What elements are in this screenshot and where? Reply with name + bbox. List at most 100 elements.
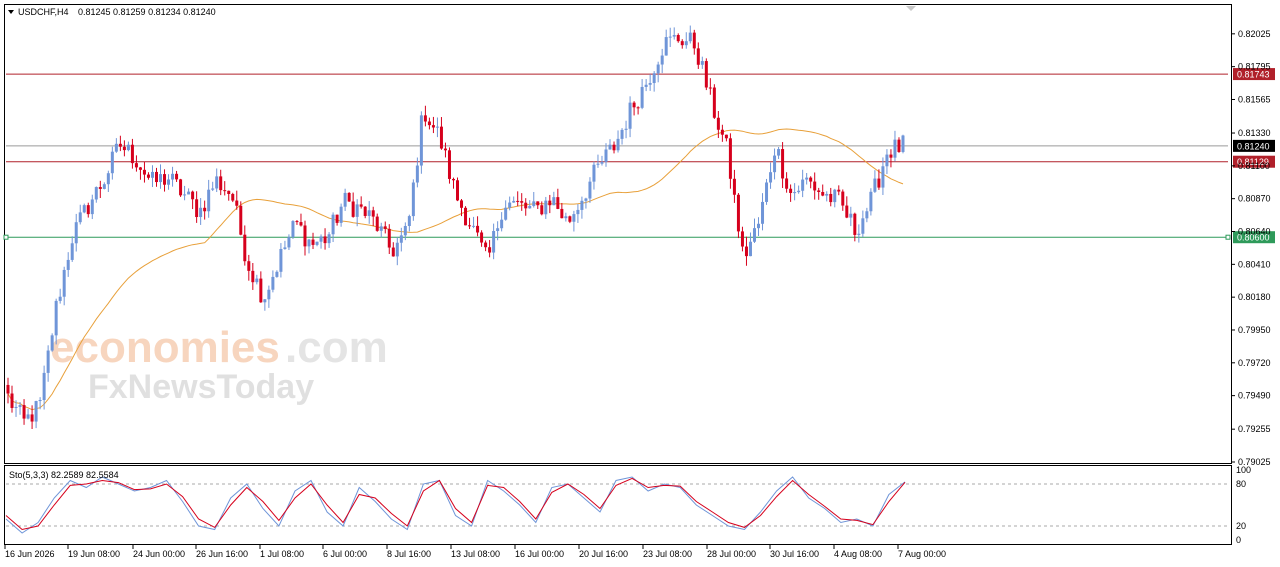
watermark-economies: economies	[50, 323, 280, 372]
candle-body	[211, 188, 215, 190]
candle-body	[427, 121, 431, 126]
candle-body	[797, 190, 801, 193]
candle-body	[572, 214, 576, 222]
price-axis: 0.82025 0.81795 0.81565 0.81330 0.81100 0.808…	[1231, 29, 1271, 467]
candle-body	[379, 226, 383, 231]
candle-body	[22, 405, 26, 419]
candle-body	[419, 115, 423, 166]
candle-body	[423, 115, 427, 122]
candle-body	[748, 241, 752, 257]
candle-body	[468, 225, 472, 227]
candle-body	[728, 138, 732, 179]
candle-body	[363, 206, 367, 216]
candle-body	[154, 171, 158, 183]
candle-body	[516, 200, 520, 202]
candle-body	[564, 216, 568, 219]
candle-body	[552, 197, 556, 206]
candle-body	[403, 226, 407, 236]
candle-body	[335, 214, 339, 223]
candle-body	[279, 248, 283, 272]
candle-body	[78, 212, 82, 223]
candle-body	[327, 234, 331, 244]
candle-body	[114, 143, 118, 152]
candle-body	[676, 35, 680, 42]
candle-body	[684, 41, 688, 46]
candle-body	[576, 209, 580, 215]
level-handle-left	[3, 234, 9, 240]
candle-body	[18, 405, 22, 407]
candle-body	[82, 205, 86, 213]
candle-body	[287, 237, 291, 248]
candle-body	[877, 178, 881, 188]
time-tick-label: 13 Jul 08:00	[451, 549, 500, 559]
price-tick-label: 0.79950	[1238, 325, 1271, 335]
candle-body	[765, 182, 769, 202]
candle-body	[472, 225, 476, 227]
time-tick-label: 4 Aug 08:00	[834, 549, 882, 559]
candle-body	[371, 210, 375, 217]
price-tick-label: 0.80870	[1238, 194, 1271, 204]
candle-body	[865, 211, 869, 219]
candle-body	[283, 247, 287, 249]
candle-body	[231, 193, 235, 201]
candle-body	[110, 151, 114, 174]
time-tick-label: 19 Jun 08:00	[68, 549, 120, 559]
candle-body	[6, 384, 10, 394]
candle-body	[343, 192, 347, 207]
candle-body	[496, 228, 500, 232]
level-handle-right	[1225, 234, 1231, 240]
candle-body	[263, 299, 267, 303]
candle-body	[267, 289, 271, 300]
candle-body	[556, 197, 560, 209]
candle-body	[548, 200, 552, 206]
candle-body	[447, 150, 451, 179]
candle-body	[732, 178, 736, 195]
candle-body	[439, 126, 443, 149]
candle-body	[624, 128, 628, 130]
candle-body	[740, 231, 744, 247]
candle-body	[805, 177, 809, 180]
candle-body	[620, 129, 624, 139]
candle-body	[520, 201, 524, 203]
candle-body	[367, 210, 371, 216]
candle-body	[757, 223, 761, 229]
candle-body	[612, 144, 616, 151]
candle-body	[415, 165, 419, 183]
candle-body	[411, 182, 415, 217]
candle-body	[159, 174, 163, 183]
candle-body	[146, 174, 150, 178]
candle-body	[512, 200, 516, 203]
candle-body	[801, 179, 805, 191]
candle-body	[544, 200, 548, 215]
time-tick-label: 6 Jul 00:00	[323, 549, 367, 559]
candle-body	[736, 194, 740, 232]
watermark-com: .com	[285, 323, 388, 372]
candle-body	[568, 216, 572, 222]
candle-body	[66, 259, 70, 270]
candle-body	[291, 221, 295, 238]
candle-body	[680, 41, 684, 46]
candle-body	[608, 144, 612, 150]
candle-body	[540, 205, 544, 215]
candle-body	[616, 138, 620, 151]
candle-body	[163, 174, 167, 185]
stoch-tick-label: 20	[1236, 521, 1246, 531]
candle-body	[692, 32, 696, 49]
candle-body	[656, 64, 660, 74]
price-tick-label: 0.82025	[1238, 29, 1271, 39]
price-tick-label: 0.80640	[1238, 227, 1271, 237]
candle-body	[833, 189, 837, 203]
candle-body	[311, 239, 315, 245]
chart-svg: economies .com FxNewsToday 0.817430.8124…	[3, 4, 1275, 559]
candle-body	[223, 190, 227, 192]
candle-body	[46, 350, 50, 373]
candle-body	[14, 406, 18, 408]
candle-body	[536, 201, 540, 206]
candle-body	[688, 32, 692, 42]
candle-body	[821, 192, 825, 196]
candle-body	[126, 144, 130, 151]
candle-body	[175, 173, 179, 180]
level-label-current: 0.81240	[1237, 141, 1270, 151]
candle-body	[648, 83, 652, 85]
candle-body	[295, 221, 299, 223]
